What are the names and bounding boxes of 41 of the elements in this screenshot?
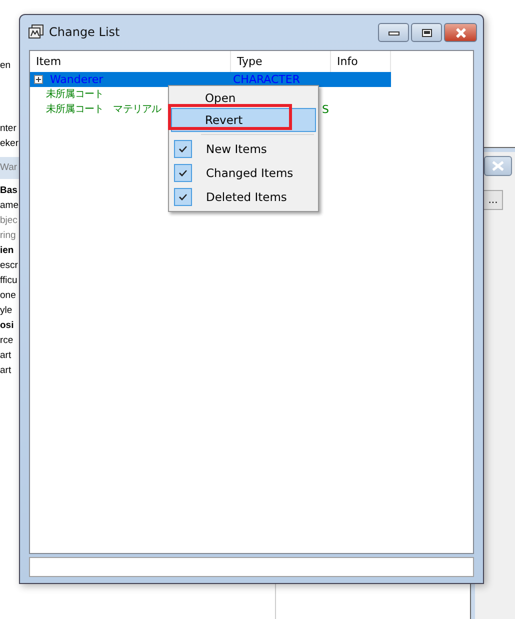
- property-label: ien: [0, 244, 14, 258]
- window-title: Change List: [49, 25, 121, 39]
- close-button[interactable]: [444, 23, 477, 42]
- property-label: art: [0, 349, 12, 363]
- item-name: Wanderer: [50, 72, 104, 87]
- property-label: one: [0, 289, 16, 303]
- property-label: rce: [0, 334, 14, 348]
- menu-item[interactable]: Changed Items: [171, 161, 316, 185]
- item-type: S: [322, 102, 329, 117]
- property-label: Bas: [0, 184, 18, 198]
- menu-item[interactable]: Open: [171, 88, 316, 108]
- property-label: art: [0, 364, 12, 378]
- maximize-icon: [420, 28, 432, 38]
- property-label: yle: [0, 304, 12, 318]
- minimize-icon: [388, 30, 400, 36]
- close-icon: [454, 28, 468, 38]
- minimize-button[interactable]: [378, 23, 409, 42]
- property-label: ame: [0, 199, 18, 213]
- property-label: osi: [0, 319, 14, 333]
- close-button[interactable]: [484, 156, 512, 176]
- menu-item[interactable]: New Items: [171, 137, 316, 161]
- item-name: 未所属コート: [46, 88, 104, 102]
- menu-item[interactable]: Deleted Items: [171, 185, 316, 209]
- property-label: eker: [0, 137, 18, 151]
- property-label: nter: [0, 122, 16, 136]
- item-type: CHARACTER: [233, 72, 300, 87]
- item-name: 未所属コート マテリアル: [46, 102, 162, 117]
- property-label: fficu: [0, 274, 18, 288]
- browse-button[interactable]: ...: [483, 190, 503, 210]
- maximize-button[interactable]: [411, 23, 442, 42]
- property-label: War: [0, 157, 19, 179]
- property-label: bjec: [0, 214, 18, 228]
- property-label: ring: [0, 229, 16, 243]
- property-label: escr: [0, 259, 18, 273]
- menu-item-label: Changed Items: [206, 165, 294, 182]
- app-icon: [28, 24, 44, 40]
- property-label: en: [0, 59, 11, 73]
- menu-item-label: Deleted Items: [206, 189, 287, 206]
- close-icon: [491, 161, 505, 171]
- menu-item-label: New Items: [206, 141, 267, 158]
- expand-icon[interactable]: [34, 75, 43, 84]
